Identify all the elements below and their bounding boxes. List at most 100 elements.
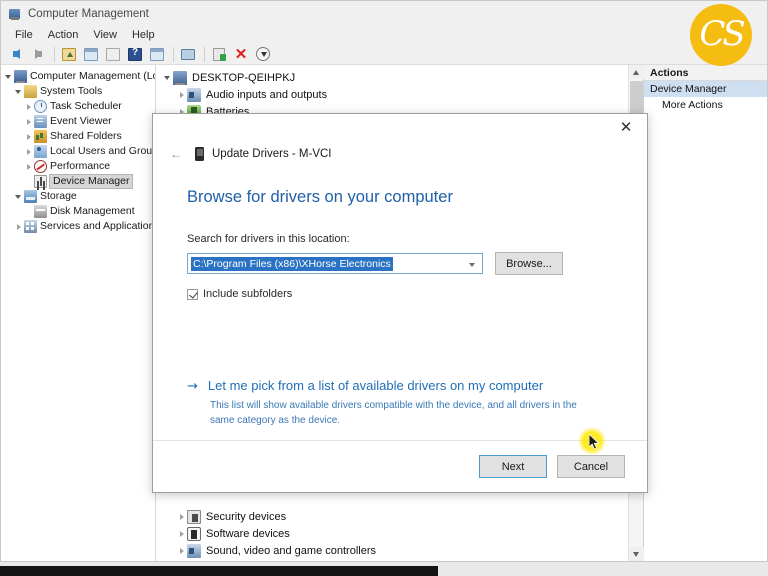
sidebar-item-label: Services and Applications xyxy=(40,220,156,232)
window-titlebar: Computer Management xyxy=(1,1,767,26)
dialog-header: ← Update Drivers - M-VCI xyxy=(153,142,647,166)
twisty-placeholder xyxy=(23,176,34,187)
help-icon[interactable] xyxy=(125,45,145,64)
device-node-label: Sound, video and game controllers xyxy=(206,544,376,557)
chevron-right-icon[interactable] xyxy=(23,161,34,172)
sidebar-item-label: System Tools xyxy=(40,85,103,97)
screenshot-root: Computer Management File Action View Hel… xyxy=(0,0,768,576)
menu-view[interactable]: View xyxy=(87,28,126,42)
scan-hardware-changes-icon[interactable] xyxy=(209,45,229,64)
video-progress-bar[interactable] xyxy=(0,566,438,576)
chevron-right-icon[interactable] xyxy=(23,146,34,157)
disable-device-icon[interactable] xyxy=(253,45,273,64)
sidebar-item-system-tools[interactable]: System Tools xyxy=(1,84,155,99)
arrow-right-icon: → xyxy=(187,379,198,394)
show-hide-console-tree-icon[interactable] xyxy=(81,45,101,64)
device-node-label: Audio inputs and outputs xyxy=(206,88,328,101)
dialog-titlebar: ✕ xyxy=(153,114,647,142)
device-node-label: Security devices xyxy=(206,510,287,523)
security-devices-icon xyxy=(187,509,201,524)
include-subfolders-row[interactable]: Include subfolders xyxy=(187,288,613,300)
toolbar-separator xyxy=(54,46,55,62)
toolbar: ✕ xyxy=(1,44,767,65)
back-arrow-icon[interactable]: ← xyxy=(167,145,185,163)
device-node-security-devices[interactable]: Security devices xyxy=(156,508,628,525)
sidebar-item-device-manager[interactable]: Device Manager xyxy=(1,174,155,189)
actions-pane-header: Actions xyxy=(644,65,767,81)
chevron-down-icon[interactable] xyxy=(13,86,24,97)
cancel-button[interactable]: Cancel xyxy=(557,455,625,478)
up-folder-icon[interactable] xyxy=(59,45,79,64)
sidebar-item-services-and-applications[interactable]: Services and Applications xyxy=(1,219,155,234)
scroll-up-icon[interactable] xyxy=(628,65,644,79)
sidebar-item-task-scheduler[interactable]: Task Scheduler xyxy=(1,99,155,114)
computer-management-icon xyxy=(8,7,22,21)
dialog-body: Browse for drivers on your computer Sear… xyxy=(153,166,647,440)
toolbar-separator-3 xyxy=(204,46,205,62)
actions-item-more-actions[interactable]: More Actions xyxy=(644,97,767,113)
device-node-storage-controllers[interactable]: Storage controllers xyxy=(156,559,628,561)
properties-icon[interactable] xyxy=(147,45,167,64)
chevron-right-icon[interactable] xyxy=(23,101,34,112)
chevron-right-icon[interactable] xyxy=(13,221,24,232)
device-node-sound-video-game-controllers[interactable]: Sound, video and game controllers xyxy=(156,542,628,559)
dialog-heading: Browse for drivers on your computer xyxy=(187,188,453,206)
sidebar-item-label: Local Users and Groups xyxy=(50,145,156,157)
logo-text: CS xyxy=(699,14,745,54)
chevron-right-icon[interactable] xyxy=(23,131,34,142)
sidebar-item-shared-folders[interactable]: Shared Folders xyxy=(1,129,155,144)
next-button[interactable]: Next xyxy=(479,455,547,478)
toolbar-separator-2 xyxy=(173,46,174,62)
sidebar-item-local-users-and-groups[interactable]: Local Users and Groups xyxy=(1,144,155,159)
sidebar-item-storage[interactable]: Storage xyxy=(1,189,155,204)
chevron-right-icon[interactable] xyxy=(176,545,187,556)
pick-from-list-link[interactable]: Let me pick from a list of available dri… xyxy=(208,378,543,393)
close-icon[interactable]: ✕ xyxy=(605,114,647,140)
export-list-icon[interactable] xyxy=(103,45,123,64)
local-users-icon xyxy=(34,145,47,158)
event-viewer-icon xyxy=(34,115,47,128)
actions-item-device-manager[interactable]: Device Manager xyxy=(644,81,767,97)
dialog-title: Update Drivers - M-VCI xyxy=(212,148,332,160)
pick-from-list-row[interactable]: → Let me pick from a list of available d… xyxy=(187,378,613,394)
services-icon xyxy=(24,220,37,233)
dialog-footer: Next Cancel xyxy=(153,440,647,492)
menu-file[interactable]: File xyxy=(9,28,42,42)
include-subfolders-checkbox[interactable] xyxy=(187,288,198,300)
device-node-desktop[interactable]: DESKTOP-QEIHPKJ xyxy=(156,69,628,86)
sidebar-item-label: Performance xyxy=(50,160,111,172)
sidebar-item-event-viewer[interactable]: Event Viewer xyxy=(1,114,155,129)
include-subfolders-label: Include subfolders xyxy=(203,288,293,300)
computer-icon xyxy=(14,70,27,83)
chevron-down-icon[interactable] xyxy=(469,263,475,267)
sidebar-item-computer-management[interactable]: Computer Management (Local) xyxy=(1,69,155,84)
device-manager-icon xyxy=(34,175,47,188)
search-location-label: Search for drivers in this location: xyxy=(187,233,350,245)
chevron-down-icon[interactable] xyxy=(162,72,173,83)
device-node-software-devices[interactable]: Software devices xyxy=(156,525,628,542)
video-bottom-bar[interactable] xyxy=(0,562,768,576)
browse-button[interactable]: Browse... xyxy=(495,252,563,275)
window-title: Computer Management xyxy=(28,7,149,20)
uninstall-device-icon[interactable]: ✕ xyxy=(231,45,251,64)
chevron-down-icon[interactable] xyxy=(13,191,24,202)
chevron-right-icon[interactable] xyxy=(23,116,34,127)
menu-action[interactable]: Action xyxy=(42,28,88,42)
sidebar-item-disk-management[interactable]: Disk Management xyxy=(1,204,155,219)
chevron-right-icon[interactable] xyxy=(176,89,187,100)
storage-controllers-icon xyxy=(187,560,201,561)
driver-location-value: C:\Program Files (x86)\XHorse Electronic… xyxy=(191,256,393,271)
menu-help[interactable]: Help xyxy=(126,28,164,42)
device-node-audio[interactable]: Audio inputs and outputs xyxy=(156,86,628,103)
pick-from-list-description: This list will show available drivers co… xyxy=(210,400,577,426)
software-devices-icon xyxy=(187,526,201,541)
chevron-down-icon[interactable] xyxy=(3,71,14,82)
chevron-right-icon[interactable] xyxy=(176,528,187,539)
forward-arrow-icon[interactable] xyxy=(28,45,48,64)
scroll-down-icon[interactable] xyxy=(628,547,644,561)
driver-location-combobox[interactable]: C:\Program Files (x86)\XHorse Electronic… xyxy=(187,253,483,274)
chevron-right-icon[interactable] xyxy=(176,511,187,522)
sidebar-item-performance[interactable]: Performance xyxy=(1,159,155,174)
back-arrow-icon[interactable] xyxy=(6,45,26,64)
update-driver-icon[interactable] xyxy=(178,45,198,64)
